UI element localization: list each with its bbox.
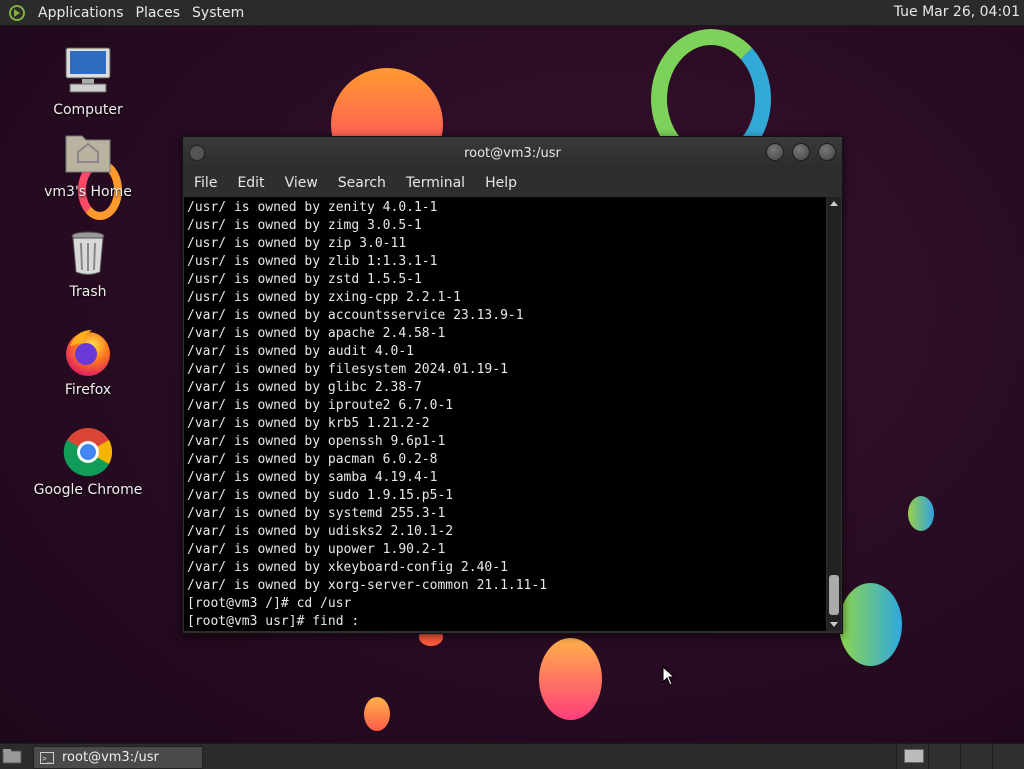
scroll-up-arrow-icon[interactable] (830, 201, 838, 206)
top-panel: Applications Places System Tue Mar 26, 0… (0, 0, 1024, 26)
scrollbar-thumb[interactable] (829, 575, 839, 615)
menu-view[interactable]: View (275, 175, 328, 191)
orange-blob-bottom (539, 638, 602, 720)
close-button[interactable] (818, 143, 836, 161)
terminal-line: /usr/ is owned by zip 3.0-11 (187, 236, 407, 251)
desktop-icon-firefox[interactable]: Firefox (33, 326, 143, 398)
menu-terminal[interactable]: Terminal (396, 175, 475, 191)
green-blob-small (908, 496, 934, 531)
system-menu[interactable]: System (186, 5, 250, 21)
terminal-line: /usr/ is owned by zenity 4.0.1-1 (187, 200, 438, 215)
workspace-switcher (896, 744, 1024, 769)
window-title: root@vm3:/usr (464, 145, 561, 161)
terminal-line: /usr/ is owned by zlib 1:1.3.1-1 (187, 254, 438, 269)
desktop-icon-chrome[interactable]: Google Chrome (33, 426, 143, 498)
terminal-line: /var/ is owned by glibc 2.38-7 (187, 380, 422, 395)
applications-menu[interactable]: Applications (32, 5, 130, 21)
mouse-cursor-icon (662, 665, 676, 690)
orange-blob-tiny (364, 697, 390, 731)
terminal-line: /var/ is owned by udisks2 2.10.1-2 (187, 524, 454, 539)
terminal-line: /var/ is owned by upower 1.90.2-1 (187, 542, 446, 557)
terminal-line: /var/ is owned by xkeyboard-config 2.40-… (187, 560, 508, 575)
terminal-icon: >_ (40, 751, 54, 764)
workspace-1[interactable] (896, 744, 928, 769)
home-folder-icon (62, 128, 114, 180)
distro-logo-icon[interactable] (6, 2, 28, 24)
terminal-line: /usr/ is owned by zxing-cpp 2.2.1-1 (187, 290, 461, 305)
terminal-line: /var/ is owned by krb5 1.21.2-2 (187, 416, 430, 431)
firefox-icon (62, 326, 114, 378)
taskbar-item-terminal[interactable]: >_ root@vm3:/usr (33, 746, 203, 769)
desktop-icon-label: Google Chrome (33, 482, 143, 498)
terminal-line: /var/ is owned by pacman 6.0.2-8 (187, 452, 438, 467)
terminal-line: /var/ is owned by xorg-server-common 21.… (187, 578, 548, 593)
computer-icon (62, 46, 114, 98)
menu-help[interactable]: Help (475, 175, 527, 191)
places-menu[interactable]: Places (130, 5, 187, 21)
terminal-line: /var/ is owned by filesystem 2024.01.19-… (187, 362, 508, 377)
terminal-line: /var/ is owned by accountsservice 23.13.… (187, 308, 524, 323)
maximize-button[interactable] (792, 143, 810, 161)
bottom-panel: >_ root@vm3:/usr (0, 743, 1024, 769)
desktop-icon-label: vm3's Home (44, 184, 132, 200)
terminal-line: /var/ is owned by openssh 9.6p1-1 (187, 434, 446, 449)
desktop-icon-label: Computer (53, 102, 123, 118)
terminal-line: /var/ is owned by systemd 255.3-1 (187, 506, 446, 521)
terminal-line: /var/ is owned by samba 4.19.4-1 (187, 470, 438, 485)
scroll-down-arrow-icon[interactable] (830, 622, 838, 627)
terminal-line: [root@vm3 usr]# find : (187, 614, 360, 629)
workspace-window-preview (904, 749, 924, 763)
menu-edit[interactable]: Edit (227, 175, 274, 191)
menu-search[interactable]: Search (328, 175, 396, 191)
terminal-line: /usr/ is owned by zimg 3.0.5-1 (187, 218, 422, 233)
window-titlebar[interactable]: root@vm3:/usr (183, 137, 842, 169)
chrome-icon (62, 426, 114, 478)
terminal-line: /var/ is owned by audit 4.0-1 (187, 344, 414, 359)
desktop-icon-label: Firefox (64, 382, 112, 398)
terminal-menubar: File Edit View Search Terminal Help (183, 169, 842, 196)
menu-file[interactable]: File (183, 175, 227, 191)
terminal-line: [root@vm3 /]# cd /usr (187, 596, 352, 611)
show-desktop-icon[interactable] (2, 748, 22, 764)
workspace-4[interactable] (992, 744, 1024, 769)
minimize-button[interactable] (766, 143, 784, 161)
workspace-3[interactable] (960, 744, 992, 769)
taskbar-item-label: root@vm3:/usr (62, 750, 159, 765)
terminal-line: /usr/ is owned by zstd 1.5.5-1 (187, 272, 422, 287)
terminal-line: /var/ is owned by apache 2.4.58-1 (187, 326, 446, 341)
trash-icon (62, 228, 114, 280)
desktop-icon-computer[interactable]: Computer (33, 46, 143, 118)
terminal-scrollbar[interactable] (827, 197, 841, 631)
clock[interactable]: Tue Mar 26, 04:01 (894, 4, 1020, 20)
terminal-window[interactable]: root@vm3:/usr File Edit View Search Term… (182, 136, 843, 634)
green-blob-right (839, 583, 902, 666)
desktop-icon-label: Trash (69, 284, 107, 300)
workspace-2[interactable] (928, 744, 960, 769)
desktop-icon-trash[interactable]: Trash (33, 228, 143, 300)
desktop-icon-home[interactable]: vm3's Home (33, 128, 143, 200)
window-menu-button[interactable] (189, 145, 205, 161)
terminal-line: /var/ is owned by iproute2 6.7.0-1 (187, 398, 454, 413)
terminal-line: /var/ is owned by sudo 1.9.15.p5-1 (187, 488, 454, 503)
terminal-output[interactable]: /usr/ is owned by zenity 4.0.1-1/usr/ is… (184, 197, 826, 631)
